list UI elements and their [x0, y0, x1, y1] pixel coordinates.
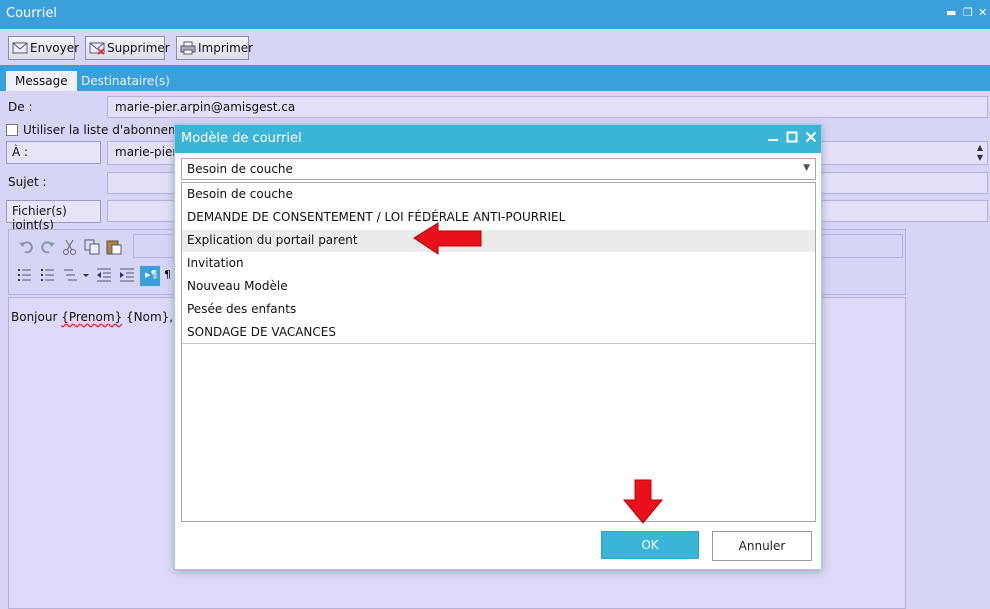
attachments-button[interactable]: Fichier(s) joint(s) [6, 200, 101, 232]
close-icon[interactable]: ✕ [978, 6, 987, 19]
list-item-selected[interactable]: Explication du portail parent [182, 230, 815, 252]
tab-message[interactable]: Message [6, 71, 77, 91]
window-titlebar: Courriel ▬ ❐ ✕ [0, 0, 990, 29]
to-button[interactable]: À : [6, 141, 101, 164]
envelope-icon [12, 41, 28, 55]
from-label: De : [8, 100, 33, 114]
dialog-maximize-icon[interactable] [786, 130, 798, 148]
left-arrow-annotation-icon [413, 222, 482, 255]
bullet-list-icon[interactable] [15, 266, 33, 284]
combobox-value: Besoin de couche [187, 162, 293, 176]
dialog-title: Modèle de courriel [181, 131, 302, 146]
envelope-delete-icon [89, 41, 105, 55]
scroll-up-icon[interactable]: ▲ [977, 143, 983, 152]
undo-icon[interactable] [17, 238, 35, 256]
to-value: marie-pier. [115, 145, 181, 159]
cut-icon[interactable] [61, 238, 79, 256]
send-label: Envoyer [30, 41, 80, 55]
tab-strip: Message Destinataire(s) [0, 65, 990, 91]
subject-label: Sujet : [8, 175, 47, 189]
message-body-text: Bonjour {Prenom} {Nom}, [11, 310, 173, 324]
from-field[interactable]: marie-pier.arpin@amisgest.ca [107, 96, 988, 118]
print-button[interactable]: Imprimer [176, 36, 253, 60]
scroll-down-icon[interactable]: ▼ [977, 153, 983, 162]
list-item[interactable]: SONDAGE DE VACANCES [182, 322, 815, 344]
window-title: Courriel [6, 6, 57, 21]
delete-label: Supprimer [107, 41, 170, 55]
list-divider [182, 343, 815, 344]
ok-button[interactable]: OK [601, 531, 699, 559]
list-item[interactable]: Pesée des enfants [182, 299, 815, 321]
copy-icon[interactable] [83, 238, 101, 256]
increase-indent-icon[interactable] [118, 266, 136, 284]
template-list[interactable]: Besoin de couche DEMANDE DE CONSENTEMENT… [181, 182, 816, 522]
subscription-label: Utiliser la liste d'abonnemen [23, 123, 195, 137]
delete-button[interactable]: Supprimer [85, 36, 170, 60]
template-dialog: Modèle de courriel Besoin de couche ▼ Be… [174, 124, 822, 570]
dialog-titlebar: Modèle de courriel [175, 125, 821, 153]
list-item[interactable]: DEMANDE DE CONSENTEMENT / LOI FÉDÉRALE A… [182, 207, 815, 229]
dialog-close-icon[interactable] [805, 130, 817, 148]
body-nom-field: {Nom}, [122, 310, 174, 324]
maximize-icon[interactable]: ❐ [963, 6, 973, 19]
template-combobox[interactable]: Besoin de couche ▼ [181, 158, 816, 180]
send-button[interactable]: Envoyer [8, 36, 79, 60]
body-greeting: Bonjour [11, 310, 62, 324]
cancel-button[interactable]: Annuler [712, 531, 812, 561]
decrease-indent-icon[interactable] [95, 266, 113, 284]
body-prenom-field: {Prenom} [61, 310, 123, 324]
subscription-checkbox[interactable] [6, 124, 18, 136]
numbered-list-icon[interactable] [38, 266, 56, 284]
tab-recipients[interactable]: Destinataire(s) [72, 71, 179, 91]
list-item[interactable]: Besoin de couche [182, 184, 815, 206]
printer-icon [180, 41, 196, 55]
multilevel-list-icon[interactable] [61, 266, 91, 284]
print-label: Imprimer [198, 41, 254, 55]
chevron-down-icon[interactable]: ▼ [803, 163, 810, 173]
paste-icon[interactable] [105, 238, 123, 256]
show-formatting-marks-icon[interactable]: ▸¶ [140, 266, 160, 286]
list-item[interactable]: Invitation [182, 253, 815, 275]
dialog-minimize-icon[interactable] [767, 130, 779, 148]
redo-icon[interactable] [39, 238, 57, 256]
down-arrow-annotation-icon [622, 479, 664, 524]
main-toolbar: Envoyer Supprimer Imprimer [0, 29, 990, 65]
minimize-icon[interactable]: ▬ [946, 6, 956, 19]
list-item[interactable]: Nouveau Modèle [182, 276, 815, 298]
